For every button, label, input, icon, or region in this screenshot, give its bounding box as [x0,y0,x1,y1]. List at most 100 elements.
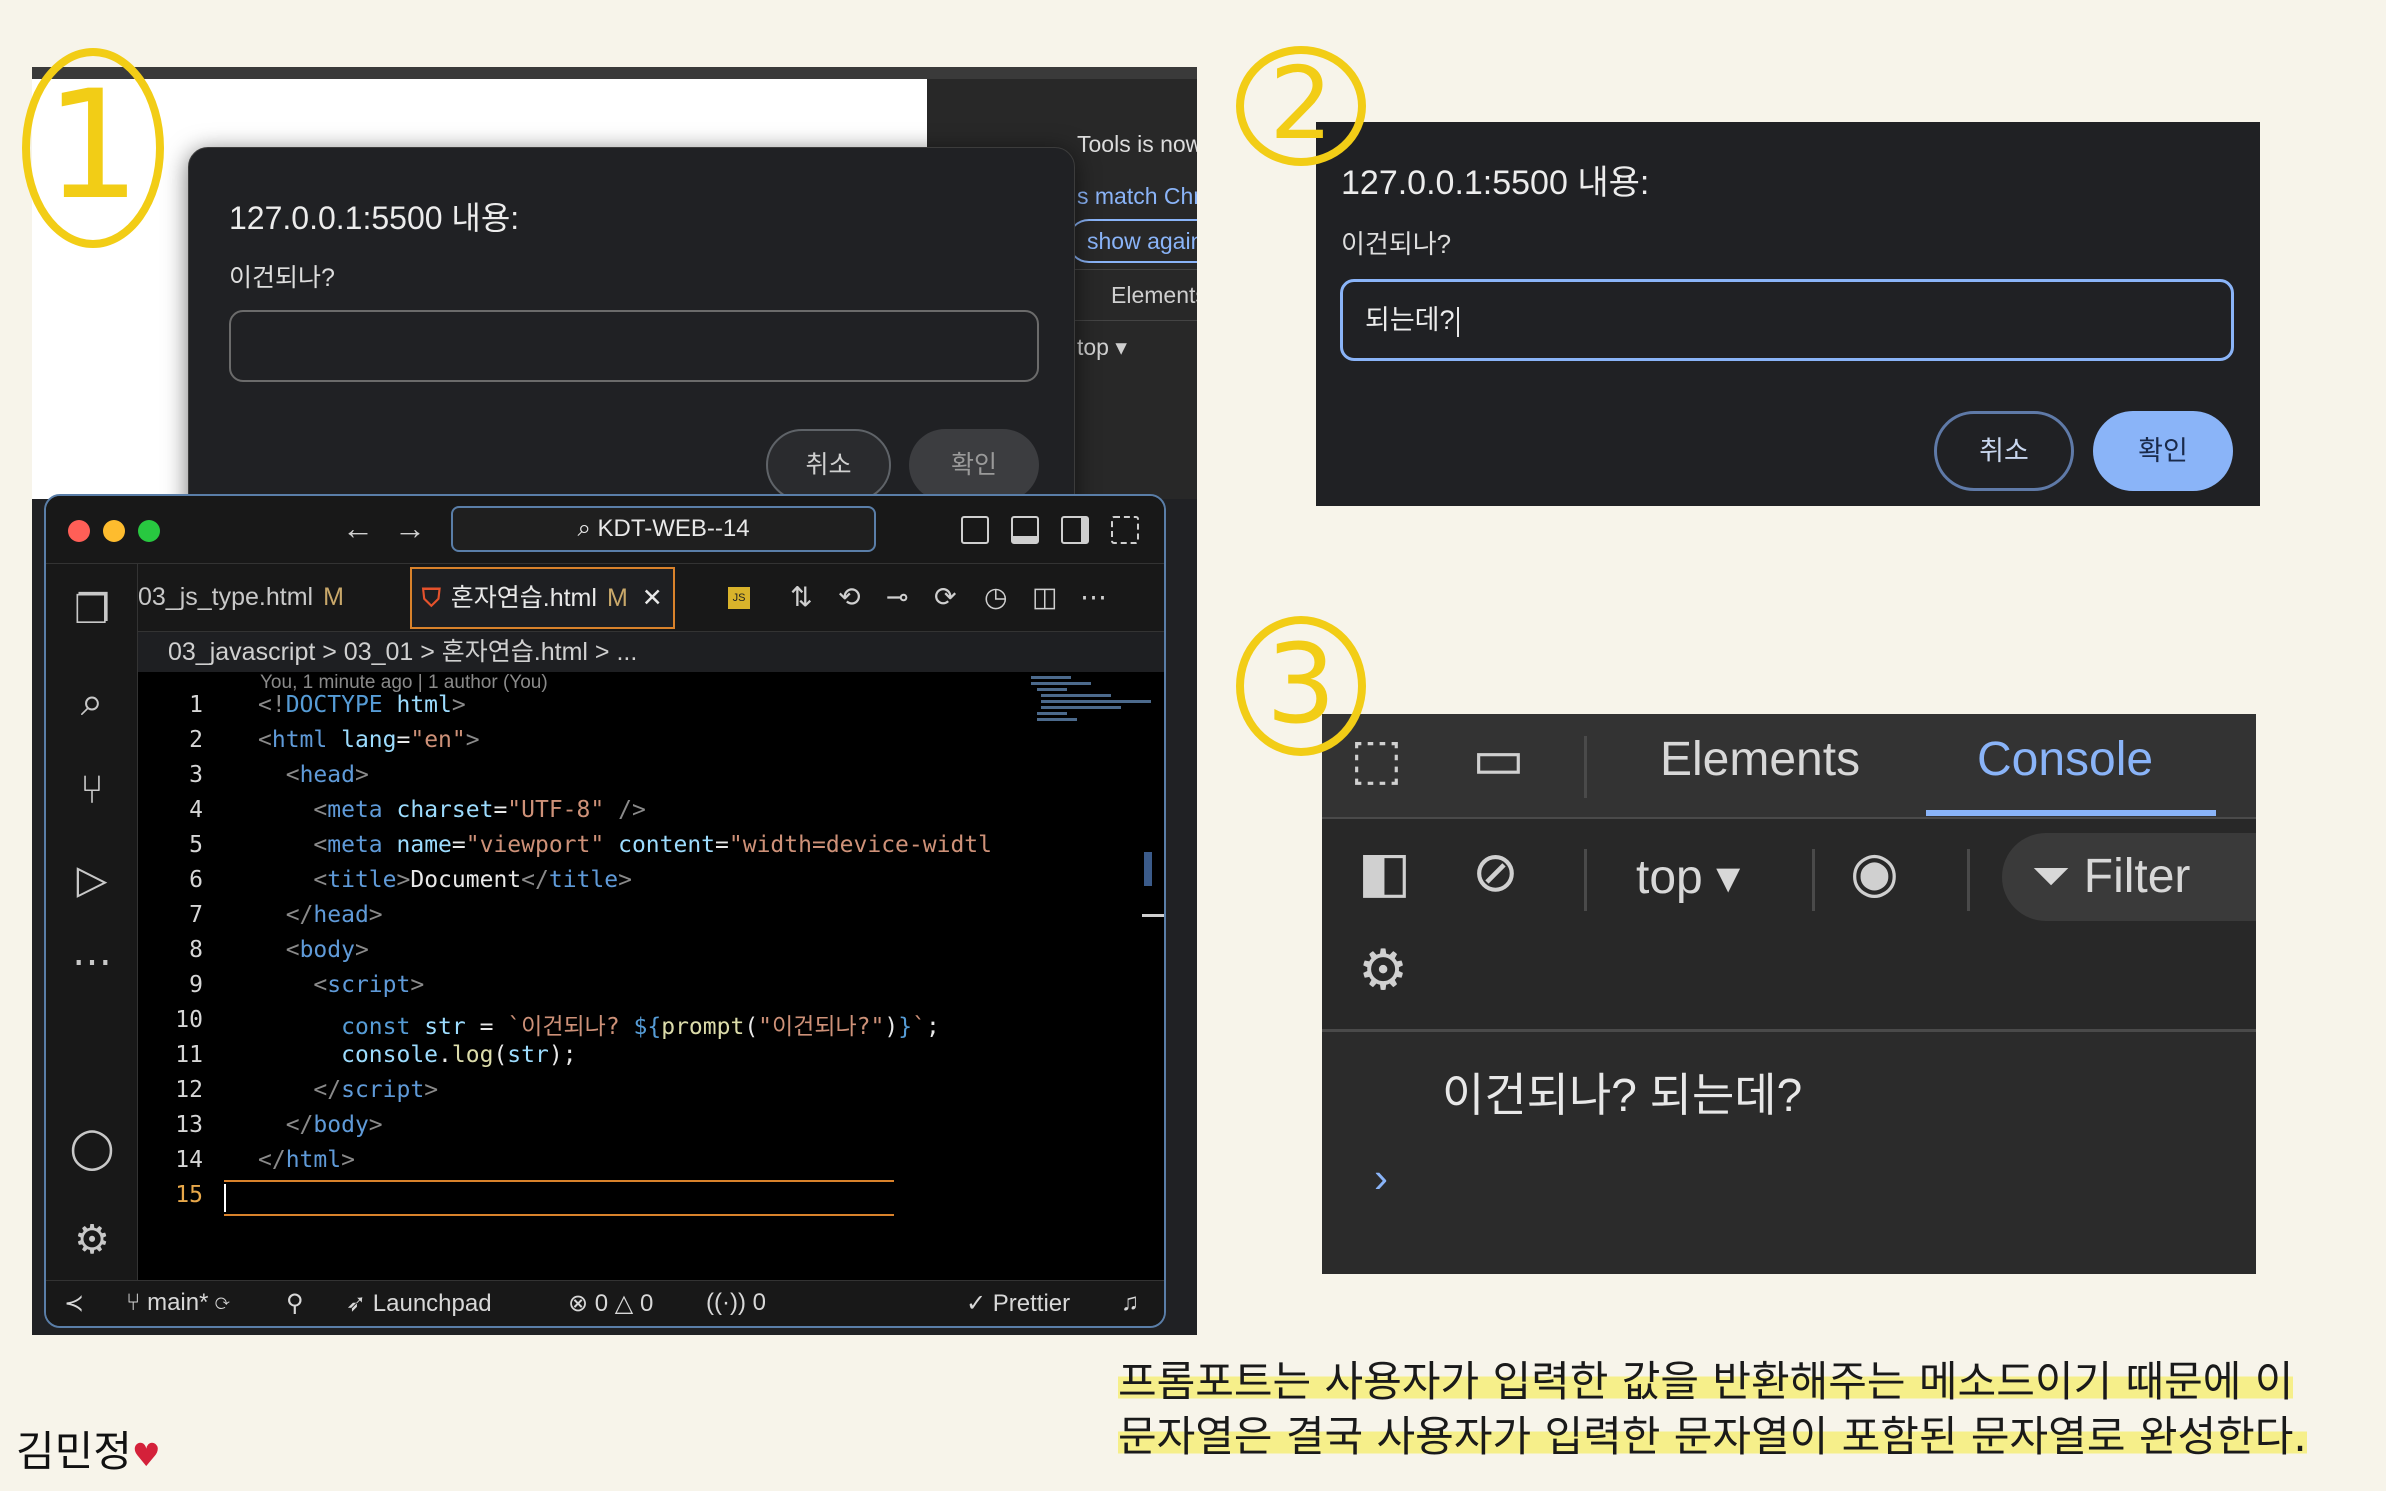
tab-elements[interactable]: Elements [1660,732,1860,787]
toggle-sidebar-icon[interactable] [961,516,989,544]
customize-layout-icon[interactable] [1111,516,1139,544]
toggle-panel-icon[interactable] [1011,516,1039,544]
run-debug-icon[interactable]: ▷ [66,854,118,906]
gear-icon[interactable]: ⚙ [66,1214,118,1266]
dialog-title: 127.0.0.1:5500 내용: [229,200,520,236]
ok-button[interactable]: 확인 [2093,411,2233,491]
code-line: </html> [258,1147,355,1173]
eye-icon[interactable]: ◉ [1850,839,1899,905]
text-caret [224,1184,226,1212]
prompt-input[interactable]: 되는데? [1340,279,2234,361]
minimize-window-button[interactable] [103,520,125,542]
gear-icon[interactable]: ⚙ [1358,937,1408,1003]
current-line-highlight [224,1180,894,1216]
sidebar-toggle-icon[interactable]: ◧ [1358,839,1411,905]
line-number: 10 [175,1007,203,1033]
author-signature: 김민정♥ [16,1418,161,1479]
devtools-tab-bar: ⬚ ▭ Elements Console [1322,714,2256,819]
forward-arrow-icon[interactable]: → [394,510,426,547]
split-editor-icon[interactable]: ◫ [1032,582,1058,613]
dont-show-again-button[interactable]: show again [1067,219,1197,263]
status-bar: ≺ ⑂ main* ⟳ ⚲ ➶ Launchpad ⊗ 0 △ 0 ((·)) … [46,1280,1164,1326]
minimap[interactable] [1031,674,1151,734]
tab-console[interactable]: Console [1977,732,2153,787]
console-prompt-chevron-icon[interactable]: › [1374,1154,1388,1202]
inspect-element-icon[interactable]: ⬚ [1350,726,1403,792]
console-log-output: 이건되나? 되는데? [1442,1069,1803,1121]
timeline-icon[interactable]: ◷ [984,582,1008,613]
scrollbar-thumb[interactable] [1144,852,1152,886]
code-line: <head> [285,762,369,788]
explorer-icon[interactable]: ❐ [66,584,118,636]
code-line: <title>Document</title> [313,867,632,893]
error-count: 0 [594,1290,609,1317]
remote-icon[interactable]: ≺ [64,1289,84,1318]
js-icon: JS [728,587,750,610]
more-actions-icon[interactable]: ⋯ [1080,582,1107,613]
line-number: 12 [175,1077,203,1103]
context-selector[interactable]: top ▾ [1077,334,1127,361]
ok-button[interactable]: 확인 [909,429,1039,501]
commit-icon[interactable]: ⊸ [886,582,909,613]
explanation-line-2: 문자열은 결국 사용자가 입력한 문자열이 포함된 문자열로 완성한다. [1118,1403,2307,1464]
prettier-status[interactable]: ✓ Prettier [966,1289,1070,1318]
close-tab-icon[interactable]: ✕ [642,584,663,612]
tab-js-file[interactable]: JS [718,564,760,632]
account-icon[interactable]: ◯ [66,1122,118,1174]
filter-input[interactable]: ⏷ Filter [2002,833,2256,921]
ports-indicator[interactable]: ((·)) 0 [706,1289,766,1317]
problems-indicator[interactable]: ⊗ 0 △ 0 [568,1289,653,1318]
context-selector[interactable]: top ▾ [1636,849,1740,905]
device-toolbar-icon[interactable]: ▭ [1472,726,1525,792]
line-number: 7 [189,902,203,928]
more-icon[interactable]: ⋯ [66,936,118,988]
source-control-icon[interactable]: ⑂ [66,764,118,816]
code-line: <script> [313,972,425,998]
toggle-secondary-sidebar-icon[interactable] [1061,516,1089,544]
note-text: 문자열은 결국 사용자가 입력한 문자열이 포함된 문자열로 완성한다. [1118,1412,2307,1461]
vscode-window: ← → ⌕ KDT-WEB--14 ❐ ⌕ ⑂ ▷ ⋯ ◯ ⚙ 03_js_ty… [44,494,1166,1328]
branch-indicator[interactable]: ⑂ main* ⟳ [126,1289,230,1317]
line-number: 4 [189,797,203,823]
prompt-dialog-filled: 127.0.0.1:5500 내용: 이건되나? 되는데? 취소 확인 [1316,122,2260,506]
code-line: </body> [285,1112,383,1138]
context-label: top [1636,851,1703,904]
tab-active-file[interactable]: ⛉ 혼자연습.html M ✕ [410,567,675,629]
prompt-input[interactable] [229,310,1039,382]
go-back-changes-icon[interactable]: ⟲ [838,582,861,613]
tab-js-type[interactable]: 03_js_type.html M [128,564,354,632]
launchpad-item[interactable]: ➶ Launchpad [346,1289,492,1318]
tab-elements[interactable]: Elements [1111,282,1197,309]
error-icon: ⊗ [568,1290,595,1317]
filter-placeholder: Filter [2083,850,2191,903]
back-arrow-icon[interactable]: ← [342,510,374,547]
breadcrumb[interactable]: 03_javascript > 03_01 > 혼자연습.html > ... [138,632,1164,672]
code-line: <body> [285,937,369,963]
search-icon[interactable]: ⌕ [66,676,118,728]
maximize-window-button[interactable] [138,520,160,542]
title-bar: ← → ⌕ KDT-WEB--14 [46,496,1164,564]
line-number: 1 [189,692,203,718]
bell-icon[interactable]: ♫ [1121,1289,1139,1317]
html5-icon: ⛉ [422,584,441,612]
debug-icon[interactable]: ⚲ [286,1289,304,1318]
heart-icon: ♥ [131,1436,161,1474]
close-window-button[interactable] [68,520,90,542]
command-center-search[interactable]: ⌕ KDT-WEB--14 [451,506,876,552]
compare-changes-icon[interactable]: ⇅ [790,582,813,613]
devtools-notice-link[interactable]: s match Chrom [1077,183,1197,210]
activity-bar: ❐ ⌕ ⑂ ▷ ⋯ ◯ ⚙ [46,564,138,1284]
cancel-button[interactable]: 취소 [766,429,891,501]
code-editor[interactable]: You, 1 minute ago | 1 author (You) 1 2 3… [138,672,1164,1284]
step-number-1: 1 [22,48,164,248]
code-line: <html lang="en"> [258,727,480,753]
line-number-current: 15 [175,1182,203,1208]
editor-tabs: 03_js_type.html M ⛉ 혼자연습.html M ✕ JS ⇅ ⟲ ⊸ ⟳… [138,564,1164,632]
go-forward-changes-icon[interactable]: ⟳ [934,582,957,613]
cancel-button[interactable]: 취소 [1934,411,2074,491]
prompt-dialog: 127.0.0.1:5500 내용: 이건되나? 취소 확인 [188,147,1075,540]
browser-top-strip [32,67,1197,79]
clear-console-icon[interactable]: ⊘ [1472,839,1519,905]
devtools-notice-line: Tools is now av [1077,131,1197,157]
code-line: </script> [313,1077,439,1103]
